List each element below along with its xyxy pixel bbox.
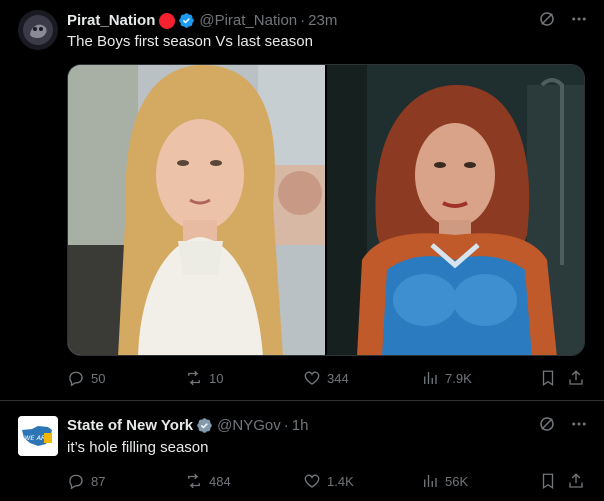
author-name[interactable]: State of New York xyxy=(67,417,193,434)
separator-dot: · xyxy=(283,416,289,434)
tweet-media[interactable] xyxy=(67,64,585,356)
more-options-icon[interactable] xyxy=(570,10,588,28)
repost-button[interactable]: 484 xyxy=(185,471,231,491)
avatar-logo-text: WE ARE NY xyxy=(24,434,58,442)
heart-icon xyxy=(304,474,320,488)
reply-icon xyxy=(69,474,83,490)
like-button[interactable]: 1.4K xyxy=(303,471,354,491)
like-count: 1.4K xyxy=(327,473,354,489)
views-icon xyxy=(424,475,437,487)
image-left-first-season[interactable] xyxy=(68,65,325,355)
repost-icon xyxy=(188,370,200,386)
tweet-header: State of New York @NYGov · 1h xyxy=(67,415,308,435)
tweet-text: The Boys first season Vs last season xyxy=(67,33,313,50)
repost-button[interactable]: 10 xyxy=(185,368,223,388)
tweet-header: Pirat_Nation @Pirat_Nation · 23m xyxy=(67,10,337,30)
reply-count: 87 xyxy=(91,473,106,489)
author-name[interactable]: Pirat_Nation xyxy=(67,12,155,29)
bookmark-button[interactable] xyxy=(539,368,557,388)
views-button[interactable]: 56K xyxy=(421,471,468,491)
tweet-actions: 87 484 1.4K 56K xyxy=(67,471,587,491)
red-circle-icon xyxy=(158,12,176,29)
tweet[interactable]: Pirat_Nation @Pirat_Nation · 23m The Boy… xyxy=(0,0,604,401)
tweet-actions: 50 10 344 7.9K xyxy=(67,368,587,388)
tweet-text: it’s hole filling season xyxy=(67,439,209,456)
repost-icon xyxy=(188,473,200,489)
bookmark-button[interactable] xyxy=(539,471,557,491)
views-button[interactable]: 7.9K xyxy=(421,368,472,388)
more-options-icon[interactable] xyxy=(570,415,588,433)
author-handle[interactable]: @Pirat_Nation xyxy=(199,12,297,29)
image-right-last-season[interactable] xyxy=(327,65,584,355)
reply-button[interactable]: 87 xyxy=(67,471,105,491)
separator-dot: · xyxy=(300,11,306,29)
repost-count: 484 xyxy=(209,473,231,489)
bookmark-icon xyxy=(542,473,554,490)
avatar[interactable]: WE ARE NY xyxy=(18,416,58,456)
avatar[interactable] xyxy=(18,10,58,50)
reply-icon xyxy=(69,371,83,387)
like-button[interactable]: 344 xyxy=(303,368,349,388)
repost-count: 10 xyxy=(209,370,224,386)
share-button[interactable] xyxy=(567,471,585,491)
reply-button[interactable]: 50 xyxy=(67,368,105,388)
share-icon xyxy=(569,370,583,385)
heart-icon xyxy=(304,371,320,385)
tweet-top-actions xyxy=(538,415,588,433)
like-count: 344 xyxy=(327,370,349,386)
grok-icon[interactable] xyxy=(538,10,556,28)
verified-badge-icon[interactable] xyxy=(178,12,195,29)
timestamp[interactable]: 23m xyxy=(308,12,337,29)
tweet-top-actions xyxy=(538,10,588,28)
government-badge-icon[interactable] xyxy=(196,417,213,434)
share-button[interactable] xyxy=(567,368,585,388)
timestamp[interactable]: 1h xyxy=(292,417,309,434)
reply-count: 50 xyxy=(91,370,106,386)
bookmark-icon xyxy=(542,370,554,387)
views-icon xyxy=(424,372,437,384)
share-icon xyxy=(569,473,583,488)
author-handle[interactable]: @NYGov xyxy=(217,417,281,434)
views-count: 56K xyxy=(445,473,469,489)
views-count: 7.9K xyxy=(445,370,472,386)
grok-icon[interactable] xyxy=(538,415,556,433)
tweet[interactable]: WE ARE NY State of New York @NYGov · 1h … xyxy=(0,402,604,501)
